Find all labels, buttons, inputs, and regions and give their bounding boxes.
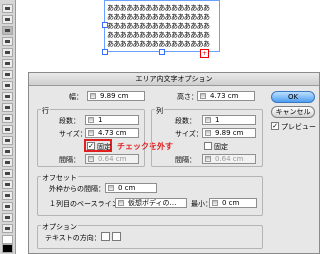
rows-group-label: 行: [41, 106, 50, 116]
frame-handle[interactable]: [102, 22, 108, 28]
slice-tool-icon[interactable]: [2, 202, 13, 211]
options-group-label: オプション: [41, 222, 78, 232]
zoom-tool-icon[interactable]: [2, 224, 13, 233]
gradient-tool-icon[interactable]: [2, 169, 13, 178]
inset-spacing-label: 外枠からの間隔：: [49, 185, 105, 193]
free-transform-tool-icon[interactable]: [2, 125, 13, 134]
direct-selection-tool-icon[interactable]: [2, 15, 13, 24]
rows-count-label: 段数：: [59, 117, 80, 125]
columns-gutter-label: 間隔：: [175, 156, 196, 164]
flow-by-columns-icon[interactable]: [112, 232, 121, 241]
rows-gutter-label: 間隔：: [59, 156, 80, 164]
scale-tool-icon[interactable]: [2, 103, 13, 112]
columns-group-label: 列: [155, 106, 164, 116]
overflow-plus-icon[interactable]: +: [200, 49, 209, 58]
text-flow-label: テキストの方向：: [45, 234, 101, 242]
frame-handle[interactable]: [159, 49, 165, 55]
text-line: ああああああああああああああああ: [107, 40, 210, 48]
offset-group-label: オフセット: [41, 173, 78, 183]
rotate-tool-icon[interactable]: [2, 92, 13, 101]
fill-color-icon[interactable]: [2, 235, 13, 244]
height-field[interactable]: 4.73 cm: [197, 91, 255, 101]
preview-checkbox[interactable]: ✓: [271, 122, 279, 130]
cancel-button[interactable]: キャンセル: [271, 106, 315, 118]
rows-size-field[interactable]: 4.73 cm: [85, 128, 139, 138]
height-label: 高さ：: [177, 93, 198, 101]
columns-size-label: サイズ：: [175, 130, 203, 138]
selection-tool-icon[interactable]: [2, 4, 13, 13]
type-tool-icon[interactable]: [2, 26, 13, 35]
columns-size-field[interactable]: 9.89 cm: [202, 128, 256, 138]
columns-count-label: 段数：: [175, 117, 196, 125]
pencil-tool-icon[interactable]: [2, 70, 13, 79]
rows-count-field[interactable]: 1: [85, 115, 139, 125]
symbol-sprayer-tool-icon[interactable]: [2, 136, 13, 145]
area-text-frame[interactable]: ああああああああああああああああ ああああああああああああああああ ああああああ…: [104, 0, 220, 52]
warp-tool-icon[interactable]: [2, 114, 13, 123]
blend-tool-icon[interactable]: [2, 191, 13, 200]
first-baseline-select[interactable]: 仮想ボディの…: [115, 198, 187, 208]
tools-panel: [0, 0, 16, 254]
graph-tool-icon[interactable]: [2, 147, 13, 156]
eraser-tool-icon[interactable]: [2, 81, 13, 90]
area-type-options-dialog: エリア内文字オプション 幅： 9.89 cm 高さ： 4.73 cm OK キャ…: [28, 72, 320, 254]
columns-fixed-label: 固定: [214, 143, 228, 151]
width-label: 幅：: [69, 93, 83, 101]
rectangle-tool-icon[interactable]: [2, 48, 13, 57]
artboard-canvas[interactable]: ああああああああああああああああ ああああああああああああああああ ああああああ…: [16, 0, 320, 80]
columns-count-field[interactable]: 1: [202, 115, 256, 125]
inset-spacing-field[interactable]: 0 cm: [105, 183, 157, 193]
rows-fixed-label: 固定: [97, 143, 111, 151]
ok-button[interactable]: OK: [271, 91, 315, 103]
rows-gutter-field[interactable]: 0.64 cm: [85, 154, 139, 164]
line-tool-icon[interactable]: [2, 37, 13, 46]
stroke-color-icon[interactable]: [2, 244, 13, 253]
preview-label: プレビュー: [281, 123, 316, 131]
mesh-tool-icon[interactable]: [2, 158, 13, 167]
columns-gutter-field[interactable]: 0.64 cm: [202, 154, 256, 164]
dialog-title: エリア内文字オプション: [29, 73, 319, 86]
paintbrush-tool-icon[interactable]: [2, 59, 13, 68]
eyedropper-tool-icon[interactable]: [2, 180, 13, 189]
frame-handle[interactable]: [102, 49, 108, 55]
hand-tool-icon[interactable]: [2, 213, 13, 222]
flow-by-rows-icon[interactable]: [101, 232, 110, 241]
rows-size-label: サイズ：: [59, 130, 87, 138]
rows-fixed-checkbox[interactable]: ✓: [87, 142, 95, 150]
min-field[interactable]: 0 cm: [209, 198, 257, 208]
width-field[interactable]: 9.89 cm: [87, 91, 145, 101]
columns-fixed-checkbox[interactable]: [204, 142, 212, 150]
